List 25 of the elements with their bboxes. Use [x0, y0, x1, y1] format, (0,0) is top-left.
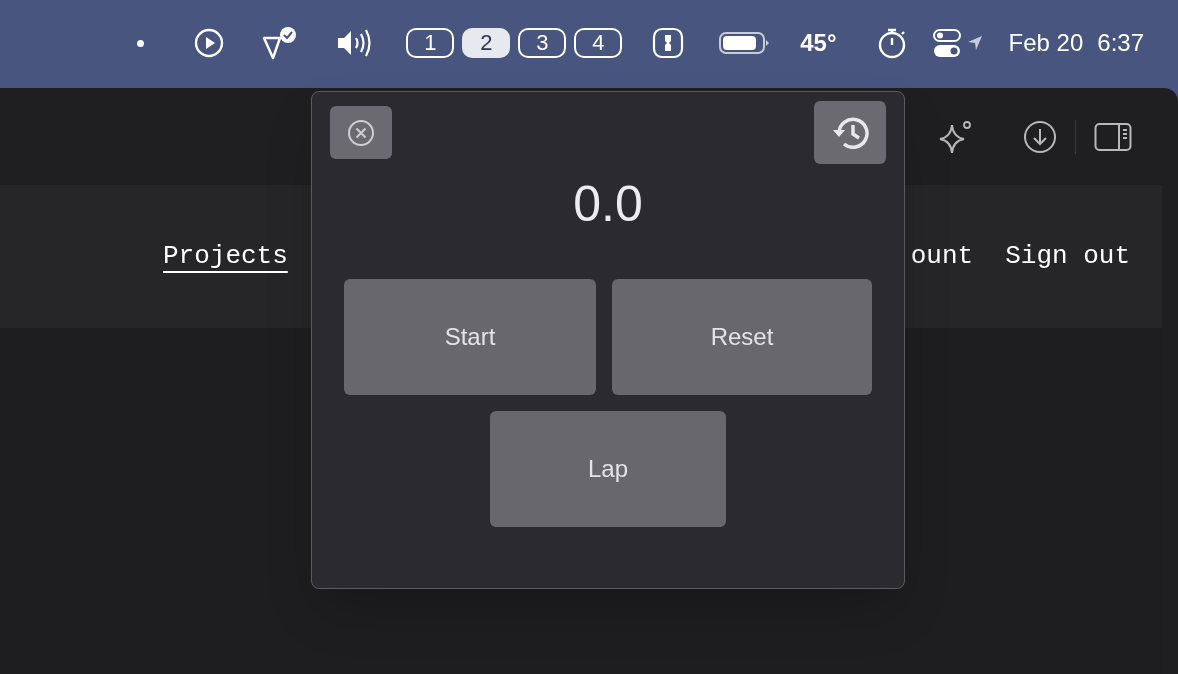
play-icon[interactable] — [194, 28, 225, 58]
sparkle-icon[interactable] — [937, 118, 973, 155]
date-text[interactable]: Feb 20 — [1008, 25, 1084, 61]
lap-button[interactable]: Lap — [490, 411, 726, 527]
desktop-button[interactable]: 4 — [574, 28, 623, 58]
start-button[interactable]: Start — [344, 279, 596, 395]
desktop-button[interactable]: 3 — [518, 28, 567, 58]
close-icon — [347, 118, 375, 147]
time-text[interactable]: 6:37 — [1097, 25, 1144, 61]
nav-link[interactable]: Projects — [163, 237, 288, 276]
location-arrow-icon[interactable] — [966, 35, 983, 51]
toggles-icon[interactable] — [932, 28, 961, 58]
reset-button[interactable]: Reset — [612, 279, 872, 395]
nav-link[interactable]: Sign out — [1005, 237, 1130, 276]
nav-link[interactable]: ount — [910, 237, 974, 276]
download-icon[interactable] — [1023, 119, 1057, 154]
elapsed-time-text: 0.0 — [573, 179, 643, 229]
close-button[interactable] — [330, 106, 392, 159]
sidebar-icon[interactable] — [1094, 121, 1132, 152]
stopwatch-icon[interactable] — [876, 27, 907, 59]
battery-icon[interactable] — [718, 30, 771, 56]
history-button[interactable] — [814, 101, 886, 164]
desktop-button[interactable]: 1 — [406, 28, 455, 58]
temperature-text[interactable]: 45° — [800, 25, 837, 61]
desktop-button[interactable]: 2 — [462, 28, 511, 58]
